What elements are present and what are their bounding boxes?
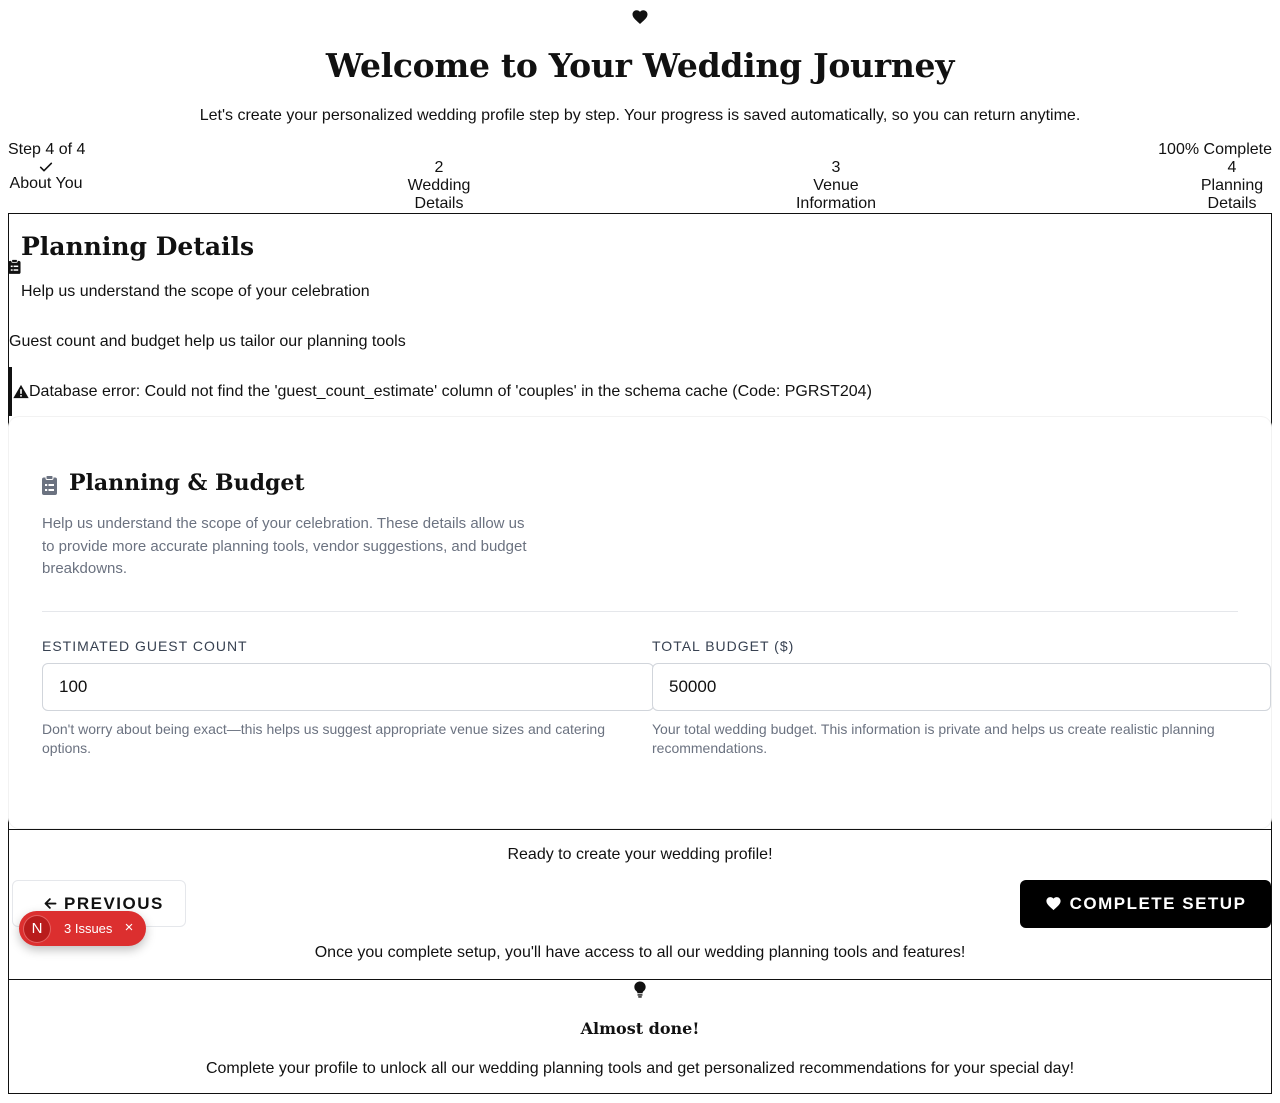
issues-avatar: N bbox=[24, 916, 50, 942]
clipboard-list-icon bbox=[42, 475, 57, 495]
guest-count-input[interactable] bbox=[42, 663, 654, 711]
step-number: 2 bbox=[434, 159, 444, 176]
check-icon bbox=[39, 162, 53, 172]
issues-badge[interactable]: N 3 Issues × bbox=[19, 911, 146, 946]
step-label: About You bbox=[9, 175, 83, 192]
completion-note: Once you complete setup, you'll have acc… bbox=[314, 944, 966, 961]
tip-title: Almost done! bbox=[580, 1019, 700, 1038]
total-budget-help: Your total wedding budget. This informat… bbox=[652, 721, 1215, 756]
step-number: 3 bbox=[831, 159, 841, 176]
previous-label: PREVIOUS bbox=[64, 893, 164, 913]
step-label: Planning Details bbox=[1200, 177, 1264, 212]
page-title: Welcome to Your Wedding Journey bbox=[325, 46, 955, 85]
warning-icon bbox=[13, 384, 29, 399]
step-number: 4 bbox=[1227, 159, 1237, 176]
section-title: Planning Details bbox=[21, 232, 255, 261]
divider bbox=[42, 611, 1238, 612]
step-label: Wedding Details bbox=[407, 177, 471, 212]
guest-count-label: ESTIMATED GUEST COUNT bbox=[42, 638, 248, 654]
lightbulb-icon bbox=[634, 981, 646, 998]
complete-setup-button[interactable]: COMPLETE SETUP bbox=[1020, 880, 1271, 928]
guest-count-help: Don't worry about being exact—this helps… bbox=[42, 721, 606, 756]
heart-icon bbox=[1045, 897, 1061, 911]
error-accent-bar bbox=[8, 367, 12, 416]
close-icon[interactable]: × bbox=[122, 919, 136, 936]
heart-icon bbox=[632, 10, 648, 24]
progress-percent: 100% Complete bbox=[1158, 141, 1272, 158]
step-venue-information[interactable]: 3 Venue Information bbox=[786, 159, 886, 213]
total-budget-input[interactable] bbox=[652, 663, 1271, 711]
issues-count: 3 Issues bbox=[64, 921, 113, 936]
step-counter: Step 4 of 4 bbox=[8, 141, 86, 158]
step-about-you[interactable]: About You bbox=[8, 159, 84, 193]
ready-message: Ready to create your wedding profile! bbox=[507, 846, 773, 863]
card-title: Planning & Budget bbox=[69, 470, 305, 496]
step-planning-details[interactable]: 4 Planning Details bbox=[1192, 159, 1272, 213]
section-note: Guest count and budget help us tailor ou… bbox=[9, 333, 406, 350]
step-label: Venue Information bbox=[795, 177, 877, 212]
card-description: Help us understand the scope of your cel… bbox=[42, 515, 527, 577]
section-subtitle: Help us understand the scope of your cel… bbox=[21, 283, 370, 300]
page-subtitle: Let's create your personalized wedding p… bbox=[199, 107, 1081, 124]
complete-setup-label: COMPLETE SETUP bbox=[1069, 894, 1247, 913]
error-message: Database error: Could not find the 'gues… bbox=[29, 383, 872, 400]
total-budget-label: TOTAL BUDGET ($) bbox=[652, 638, 795, 654]
clipboard-icon bbox=[8, 259, 21, 274]
tip-text: Complete your profile to unlock all our … bbox=[205, 1060, 1075, 1077]
arrow-left-icon bbox=[44, 897, 57, 909]
step-wedding-details[interactable]: 2 Wedding Details bbox=[399, 159, 479, 213]
